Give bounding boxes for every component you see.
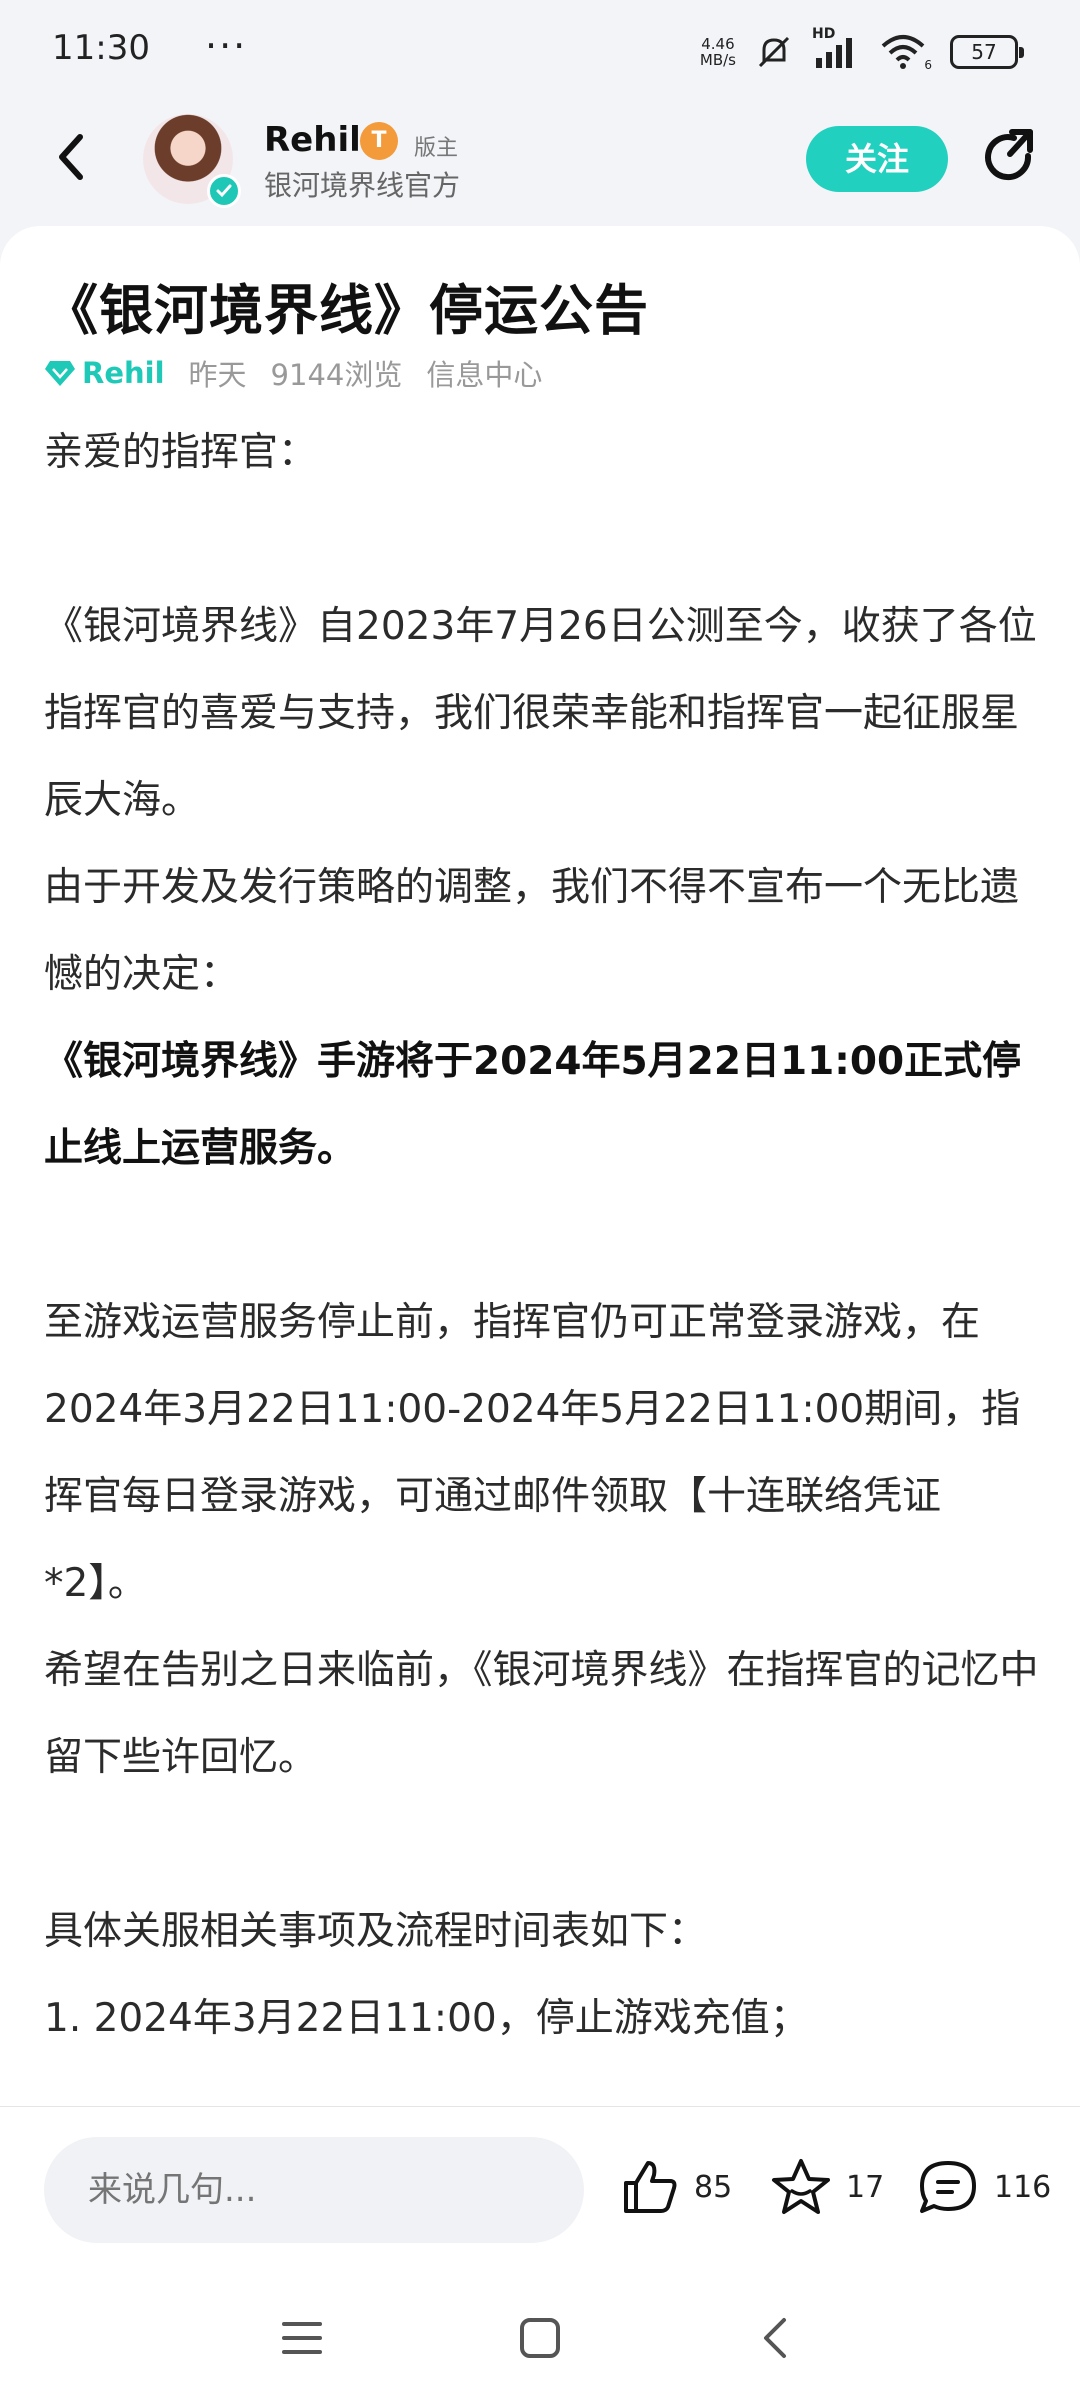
comment-button[interactable]: 116	[916, 2147, 1051, 2227]
author-name[interactable]: Rehil	[264, 120, 361, 160]
like-count: 85	[694, 2169, 733, 2205]
comment-input[interactable]	[44, 2137, 584, 2243]
favorite-count: 17	[846, 2169, 885, 2205]
verified-badge	[207, 174, 241, 208]
back-button[interactable]	[40, 125, 104, 189]
avatar[interactable]	[143, 114, 241, 208]
post-header: Rehil T 版主 银河境界线官方 关注	[0, 100, 1080, 230]
meta-author[interactable]: Rehil	[44, 356, 165, 390]
wifi-indicator: 6	[880, 32, 932, 72]
status-dots: ···	[205, 24, 248, 68]
nav-back-button[interactable]	[744, 2306, 808, 2370]
author-org: 银河境界线官方	[264, 169, 461, 202]
home-button[interactable]	[508, 2306, 572, 2370]
verified-icon	[216, 184, 232, 198]
paragraph: 希望在告别之日来临前，《银河境界线》在指挥官的记忆中留下些许回忆。	[44, 1648, 1039, 1780]
meta-time: 昨天	[188, 358, 247, 392]
nav-back-icon	[764, 2318, 786, 2358]
level-badge: T	[360, 122, 398, 160]
wifi-label: 6	[924, 58, 932, 72]
status-time: 11:30	[52, 28, 150, 68]
post-content: 亲爱的指挥官： 《银河境界线》自2023年7月26日公测至今，收获了各位指挥官的…	[44, 409, 1040, 2062]
post-title: 《银河境界线》停运公告	[44, 279, 649, 342]
share-button[interactable]	[978, 126, 1042, 190]
paragraph: 至游戏运营服务停止前，指挥官仍可正常登录游戏，在2024年3月22日11:00-…	[44, 1300, 1021, 1606]
battery-indicator: 57	[950, 35, 1024, 69]
signal-indicator: HD	[812, 26, 862, 72]
net-speed-value: 4.46	[701, 35, 735, 53]
post-meta: Rehil 昨天 9144浏览 信息中心	[44, 352, 542, 394]
post-card: 《银河境界线》停运公告 Rehil 昨天 9144浏览 信息中心 亲爱的指挥官：…	[0, 226, 1080, 2106]
favorite-button[interactable]: 17	[770, 2147, 884, 2227]
comment-icon	[920, 2161, 976, 2213]
diamond-icon	[45, 361, 75, 386]
system-nav-bar	[0, 2276, 1080, 2400]
role-tag: 版主	[414, 136, 459, 161]
mute-icon	[758, 36, 790, 68]
back-icon	[59, 134, 83, 180]
bottom-action-bar: 85 17 116	[0, 2106, 1080, 2276]
like-button[interactable]: 85	[620, 2147, 732, 2227]
meta-views: 9144浏览	[270, 358, 403, 392]
net-speed: 4.46 MB/s	[700, 36, 736, 68]
status-icons: 4.46 MB/s HD 6 57	[700, 26, 1024, 74]
paragraph: 由于开发及发行策略的调整，我们不得不宣布一个无比遗憾的决定：	[44, 865, 1020, 997]
wifi-icon	[881, 35, 925, 69]
paragraph: 亲爱的指挥官：	[44, 430, 318, 475]
menu-button[interactable]	[270, 2306, 334, 2370]
net-speed-unit: MB/s	[699, 51, 736, 69]
meta-author-name: Rehil	[82, 356, 165, 390]
comment-count: 116	[994, 2169, 1052, 2205]
star-icon	[772, 2159, 830, 2214]
paragraph-bold: 《银河境界线》手游将于2024年5月22日11:00正式停止线上运营服务。	[44, 1039, 1022, 1171]
paragraph: 具体关服相关事项及流程时间表如下：	[44, 1909, 708, 1954]
follow-button[interactable]: 关注	[806, 126, 948, 192]
paragraph: 《银河境界线》自2023年7月26日公测至今，收获了各位指挥官的喜爱与支持，我们…	[44, 604, 1037, 823]
meta-category[interactable]: 信息中心	[426, 352, 542, 394]
like-icon	[624, 2161, 677, 2213]
status-bar: 11:30 ··· 4.46 MB/s HD 6 57	[0, 0, 1080, 100]
home-icon	[520, 2318, 560, 2358]
signal-label: HD	[812, 26, 836, 42]
menu-icon	[282, 2322, 322, 2354]
share-icon	[985, 129, 1033, 181]
paragraph: 1. 2024年3月22日11:00，停止游戏充值；	[44, 1996, 809, 2041]
